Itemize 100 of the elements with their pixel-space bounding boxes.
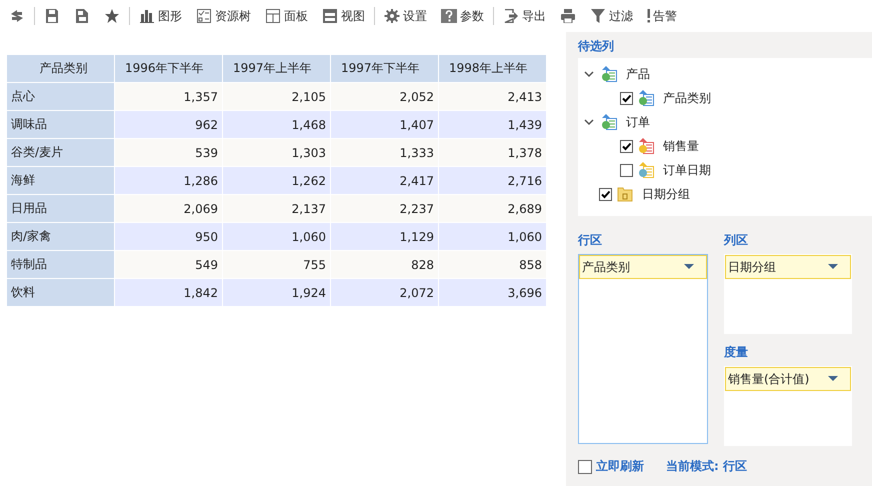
table-cell: 1,842 <box>114 278 222 306</box>
save-icon <box>44 9 60 23</box>
row-header: 饮料 <box>6 278 114 306</box>
table-cell: 549 <box>114 250 222 278</box>
row-header: 海鲜 <box>6 166 114 194</box>
window-icon <box>322 9 338 23</box>
table-cell: 3,696 <box>438 278 546 306</box>
table-cell: 2,072 <box>330 278 438 306</box>
table-cell: 2,137 <box>222 194 330 222</box>
toolbar-button[interactable]: 资源树 <box>189 3 258 29</box>
table-cell: 2,237 <box>330 194 438 222</box>
field-icon <box>638 138 654 154</box>
toolbar-button[interactable]: 过滤 <box>583 3 640 29</box>
row-header: 特制品 <box>6 250 114 278</box>
table-cell: 828 <box>330 250 438 278</box>
field-icon <box>638 90 654 106</box>
table-cell: 2,413 <box>438 82 546 110</box>
table-cell: 1,286 <box>114 166 222 194</box>
checkbox[interactable] <box>620 92 633 104</box>
table-cell: 1,129 <box>330 222 438 250</box>
caret-icon <box>684 264 694 270</box>
star-icon <box>104 9 120 23</box>
settings-icon <box>384 9 400 23</box>
row-header: 调味品 <box>6 110 114 138</box>
folder-icon <box>617 186 633 202</box>
table-cell: 755 <box>222 250 330 278</box>
toolbar-button[interactable]: 视图 <box>315 3 372 29</box>
field-dropdown[interactable]: 产品类别 <box>579 255 707 279</box>
table-cell: 1,439 <box>438 110 546 138</box>
table-cell: 1,378 <box>438 138 546 166</box>
zone-title: 度量 <box>724 344 749 361</box>
checkbox-label[interactable]: 立即刷新 <box>596 458 644 475</box>
table-cell: 1,357 <box>114 82 222 110</box>
checkbox[interactable] <box>620 164 633 176</box>
toolbar-button[interactable]: 告警 <box>640 3 684 29</box>
print-icon <box>560 9 576 23</box>
row-header: 肉/家禽 <box>6 222 114 250</box>
layout-icon <box>265 9 281 23</box>
column-header: 产品类别 <box>6 54 114 82</box>
section-title: 待选列 <box>578 38 615 55</box>
table-cell: 2,069 <box>114 194 222 222</box>
table-cell: 1,262 <box>222 166 330 194</box>
column-header: 1997年下半年 <box>330 54 438 82</box>
table-cell: 1,060 <box>222 222 330 250</box>
table-cell: 1,924 <box>222 278 330 306</box>
table-cell: 1,060 <box>438 222 546 250</box>
table-cell: 2,689 <box>438 194 546 222</box>
table-cell: 1,407 <box>330 110 438 138</box>
document-icon <box>74 9 90 23</box>
drop-zone[interactable]: 产品类别 <box>578 254 708 444</box>
mode-label: 当前模式: 行区 <box>666 458 747 475</box>
refresh-icon <box>9 9 25 23</box>
table-cell: 539 <box>114 138 222 166</box>
caret-icon <box>828 376 838 382</box>
filter-icon <box>590 9 606 23</box>
bar-chart-icon <box>139 9 155 23</box>
tree-item[interactable]: 产品类别 <box>659 90 711 106</box>
table-cell: 858 <box>438 250 546 278</box>
column-header: 1996年下半年 <box>114 54 222 82</box>
field-icon <box>638 162 654 178</box>
checkbox[interactable] <box>620 140 633 152</box>
drop-zone[interactable]: 销售量(合计值) <box>724 366 852 446</box>
table-cell: 962 <box>114 110 222 138</box>
table-cell: 1,303 <box>222 138 330 166</box>
table-cell: 2,052 <box>330 82 438 110</box>
tree-item[interactable]: 产品 <box>622 66 650 82</box>
table-cell: 1,333 <box>330 138 438 166</box>
row-header: 点心 <box>6 82 114 110</box>
toolbar-button[interactable]: 面板 <box>258 3 315 29</box>
drop-zone[interactable]: 日期分组 <box>724 254 852 334</box>
toolbar-button[interactable]: 参数 <box>434 3 491 29</box>
table-cell: 1,468 <box>222 110 330 138</box>
export-icon <box>503 9 519 23</box>
toolbar-button[interactable]: 图形 <box>132 3 189 29</box>
checkbox[interactable] <box>599 188 612 200</box>
chevron-down-icon[interactable] <box>584 69 594 79</box>
tree-item[interactable]: 订单 <box>622 114 650 130</box>
help-icon <box>441 9 457 23</box>
checkbox[interactable] <box>578 460 592 474</box>
field-dropdown[interactable]: 销售量(合计值) <box>725 367 851 391</box>
table-icon <box>601 114 617 130</box>
table-cell: 2,716 <box>438 166 546 194</box>
zone-title: 列区 <box>724 232 749 249</box>
row-header: 谷类/麦片 <box>6 138 114 166</box>
field-dropdown[interactable]: 日期分组 <box>725 255 851 279</box>
toolbar-button[interactable]: 导出 <box>496 3 553 29</box>
tree-item[interactable]: 订单日期 <box>659 162 711 178</box>
table-cell: 2,105 <box>222 82 330 110</box>
chevron-down-icon[interactable] <box>584 117 594 127</box>
tree-item[interactable]: 销售量 <box>659 138 699 154</box>
toolbar-button[interactable]: 设置 <box>377 3 434 29</box>
table-cell: 2,417 <box>330 166 438 194</box>
column-header: 1997年上半年 <box>222 54 330 82</box>
zone-title: 行区 <box>578 232 603 249</box>
exclamation-icon <box>647 9 650 23</box>
caret-icon <box>828 264 838 270</box>
table-icon <box>601 66 617 82</box>
tree-item[interactable]: 日期分组 <box>638 186 690 202</box>
column-header: 1998年上半年 <box>438 54 546 82</box>
row-header: 日用品 <box>6 194 114 222</box>
